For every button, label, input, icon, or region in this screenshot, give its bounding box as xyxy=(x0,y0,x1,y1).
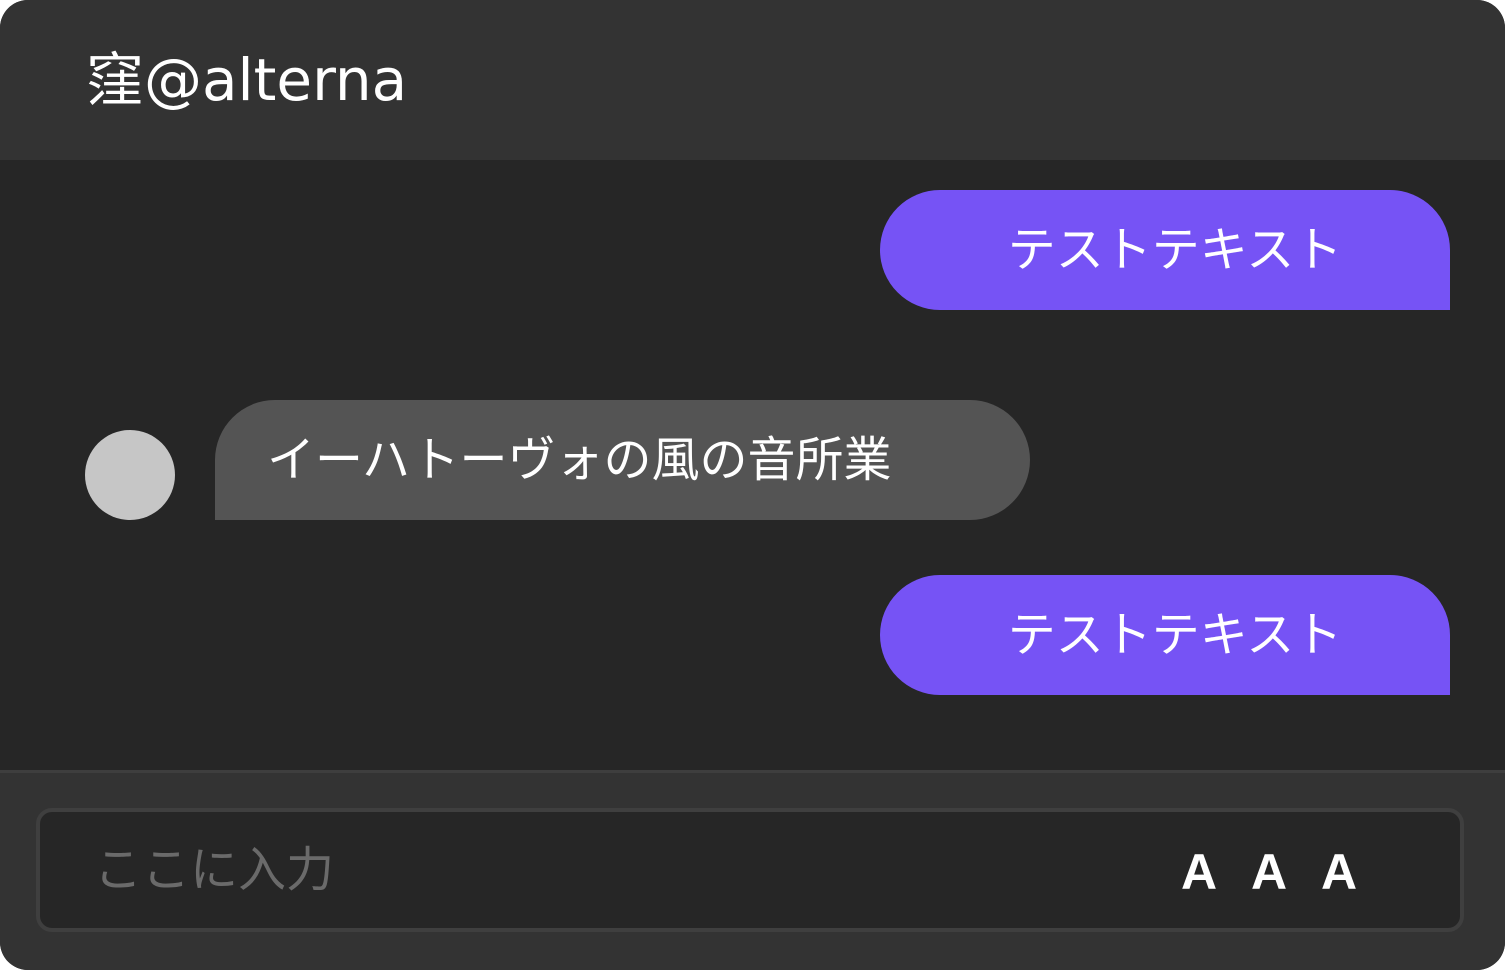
font-size-large-button[interactable]: A xyxy=(1314,842,1364,902)
font-size-medium-button[interactable]: A xyxy=(1244,842,1294,902)
sent-message-bubble: テストテキスト xyxy=(880,190,1450,310)
sent-message-bubble: テストテキスト xyxy=(880,575,1450,695)
chat-header: 窪@alterna xyxy=(0,0,1505,160)
composer-bar: A A A xyxy=(0,770,1505,970)
chat-title: 窪@alterna xyxy=(86,46,408,114)
message-list: テストテキスト イーハトーヴォの風の音所業 テストテキスト xyxy=(0,160,1505,770)
avatar[interactable] xyxy=(85,430,175,520)
received-message-bubble: イーハトーヴォの風の音所業 xyxy=(215,400,1030,520)
message-input-box: A A A xyxy=(36,808,1464,932)
chat-window: 窪@alterna テストテキスト イーハトーヴォの風の音所業 テストテキスト … xyxy=(0,0,1505,970)
font-size-small-button[interactable]: A xyxy=(1174,842,1224,902)
message-input[interactable] xyxy=(94,830,1134,910)
